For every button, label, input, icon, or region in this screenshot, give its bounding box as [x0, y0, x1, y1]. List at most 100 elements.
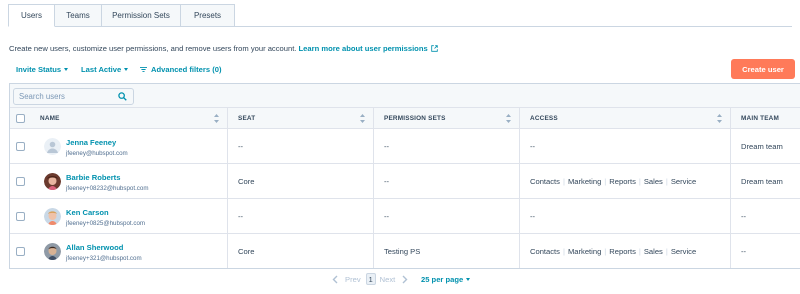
main-team-cell: Dream team: [741, 176, 783, 186]
table-header: NAME SEAT PERMISSION SETS ACCESS MAIN TE…: [10, 108, 800, 129]
user-name-link[interactable]: Allan Sherwood: [66, 243, 123, 252]
access-separator: |: [604, 246, 607, 256]
permission-sets-cell: --: [374, 164, 520, 198]
row-checkbox[interactable]: [16, 247, 25, 256]
avatar: [44, 208, 61, 225]
search-input[interactable]: [14, 92, 114, 101]
learn-more-label: Learn more about user permissions: [298, 44, 428, 53]
access-item: Marketing: [567, 246, 602, 256]
last-active-label: Last Active: [81, 65, 122, 74]
avatar: [44, 243, 61, 260]
access-item: Service: [670, 176, 697, 186]
table-row: Jenna Feeney jfeeney@hubspot.com -- -- -…: [10, 129, 800, 164]
search-icon[interactable]: [118, 92, 127, 101]
column-header-seat[interactable]: SEAT: [228, 108, 374, 129]
row-checkbox[interactable]: [16, 142, 25, 151]
tab-users[interactable]: Users: [8, 4, 55, 27]
access-item: Sales: [643, 176, 663, 186]
column-header-name-label: NAME: [40, 115, 60, 122]
column-header-permission-sets[interactable]: PERMISSION SETS: [374, 108, 520, 129]
sort-icon: [717, 114, 722, 123]
sort-icon: [214, 114, 219, 123]
user-email: jfeeney@hubspot.com: [66, 150, 128, 157]
avatar: [44, 138, 61, 155]
column-header-access[interactable]: ACCESS: [520, 108, 731, 129]
access-separator: |: [562, 246, 565, 256]
description-text: Create new users, customize user permiss…: [9, 44, 297, 53]
name-cell: Barbie Roberts jfeeney+08232@hubspot.com: [30, 164, 228, 198]
table-row: Ken Carson jfeeney+0825@hubspot.com -- -…: [10, 199, 800, 234]
invite-status-label: Invite Status: [16, 65, 62, 74]
pagination: Prev 1 Next: [332, 273, 408, 285]
access-separator: |: [604, 176, 607, 186]
prev-label: Prev: [345, 274, 361, 284]
column-header-main-team-label: MAIN TEAM: [741, 115, 780, 122]
access-item: Marketing: [567, 176, 602, 186]
access-item: Service: [670, 246, 697, 256]
per-page-label: 25 per page: [421, 275, 464, 284]
seat-cell: --: [228, 129, 374, 163]
access-cell: --: [520, 199, 731, 233]
chevron-down-icon: [124, 68, 129, 71]
access-separator: |: [665, 246, 668, 256]
advanced-filters-button[interactable]: Advanced filters (0): [140, 65, 221, 74]
invite-status-filter[interactable]: Invite Status: [16, 65, 69, 74]
access-item: Reports: [609, 176, 636, 186]
tab-presets[interactable]: Presets: [181, 4, 235, 27]
permission-sets-cell: --: [374, 199, 520, 233]
external-link-icon: [430, 45, 438, 52]
tab-teams[interactable]: Teams: [55, 4, 102, 27]
search-box: [13, 88, 134, 105]
create-user-button[interactable]: Create user: [731, 59, 795, 79]
next-label: Next: [379, 274, 396, 284]
chevron-left-icon: [332, 275, 338, 283]
per-page-dropdown[interactable]: 25 per page: [421, 275, 471, 284]
learn-more-link[interactable]: Learn more about user permissions: [299, 44, 438, 53]
access-separator: |: [638, 176, 641, 186]
tab-bar: Users Teams Permission Sets Presets: [8, 4, 235, 27]
prev-page-button[interactable]: Prev: [332, 275, 361, 284]
user-name-link[interactable]: Jenna Feeney: [66, 138, 116, 147]
filter-lines-icon: [140, 66, 147, 73]
access-item: Reports: [609, 246, 636, 256]
seat-cell: --: [228, 199, 374, 233]
access-separator: |: [665, 176, 668, 186]
main-team-cell: --: [741, 211, 747, 221]
user-email: jfeeney+08232@hubspot.com: [66, 185, 149, 192]
access-item: Contacts: [530, 176, 560, 186]
name-cell: Jenna Feeney jfeeney@hubspot.com: [30, 129, 228, 163]
sort-icon: [506, 114, 511, 123]
access-cell: Contacts | Marketing | Reports | Sales | Service: [520, 234, 731, 268]
access-cell: --: [520, 129, 731, 163]
permission-sets-cell: Testing PS: [374, 234, 520, 268]
column-header-permission-sets-label: PERMISSION SETS: [384, 115, 446, 122]
next-page-button[interactable]: Next: [380, 275, 409, 284]
seat-cell: Core: [228, 164, 374, 198]
seat-cell: Core: [228, 234, 374, 268]
access-separator: |: [638, 246, 641, 256]
column-header-name[interactable]: NAME: [30, 108, 228, 129]
users-table: NAME SEAT PERMISSION SETS ACCESS MAIN TE…: [9, 83, 800, 269]
row-checkbox[interactable]: [16, 212, 25, 221]
select-all-checkbox[interactable]: [16, 114, 25, 123]
permission-sets-cell: --: [374, 129, 520, 163]
table-row: Barbie Roberts jfeeney+08232@hubspot.com…: [10, 164, 800, 199]
column-header-seat-label: SEAT: [238, 115, 256, 122]
tab-divider: [235, 26, 792, 27]
access-item: Contacts: [530, 246, 560, 256]
name-cell: Allan Sherwood jfeeney+321@hubspot.com: [30, 234, 228, 268]
page-description: Create new users, customize user permiss…: [9, 44, 438, 53]
table-toolbar: [10, 84, 800, 108]
main-team-cell: Dream team: [741, 141, 783, 151]
chevron-down-icon: [64, 68, 69, 71]
chevron-right-icon: [402, 275, 408, 283]
row-checkbox[interactable]: [16, 177, 25, 186]
table-row: Allan Sherwood jfeeney+321@hubspot.com C…: [10, 234, 800, 268]
column-header-main-team[interactable]: MAIN TEAM: [731, 108, 800, 129]
last-active-filter[interactable]: Last Active: [81, 65, 129, 74]
user-name-link[interactable]: Ken Carson: [66, 208, 109, 217]
tab-permission-sets[interactable]: Permission Sets: [102, 4, 181, 27]
page-number-button[interactable]: 1: [365, 273, 376, 285]
user-name-link[interactable]: Barbie Roberts: [66, 173, 120, 182]
advanced-filters-label: Advanced filters (0): [151, 65, 222, 74]
